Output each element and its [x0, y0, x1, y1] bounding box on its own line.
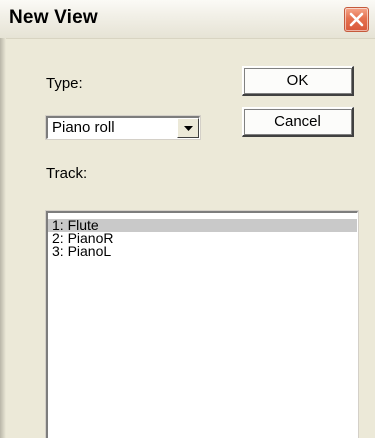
window-left-border	[0, 38, 6, 438]
close-icon	[349, 12, 364, 27]
type-select-value: Piano roll	[52, 119, 115, 136]
type-select[interactable]: Piano roll	[46, 116, 200, 139]
type-select-dropdown-button[interactable]	[177, 118, 199, 138]
ok-button[interactable]: OK	[242, 66, 354, 96]
window-title: New View	[9, 7, 98, 28]
cancel-button[interactable]: Cancel	[242, 107, 354, 137]
title-bar[interactable]: New View	[0, 0, 375, 39]
list-item[interactable]: 3: PianoL	[48, 244, 357, 258]
track-label: Track:	[46, 165, 88, 182]
cancel-button-label: Cancel	[274, 112, 321, 130]
type-label: Type:	[46, 75, 83, 92]
ok-button-label: OK	[286, 71, 309, 89]
chevron-down-icon	[184, 126, 193, 131]
new-view-dialog: New View Type: Piano roll OK Cancel Trac…	[0, 0, 375, 438]
close-button[interactable]	[344, 7, 369, 32]
track-list[interactable]: 1: Flute 2: PianoR 3: PianoL	[46, 211, 358, 438]
